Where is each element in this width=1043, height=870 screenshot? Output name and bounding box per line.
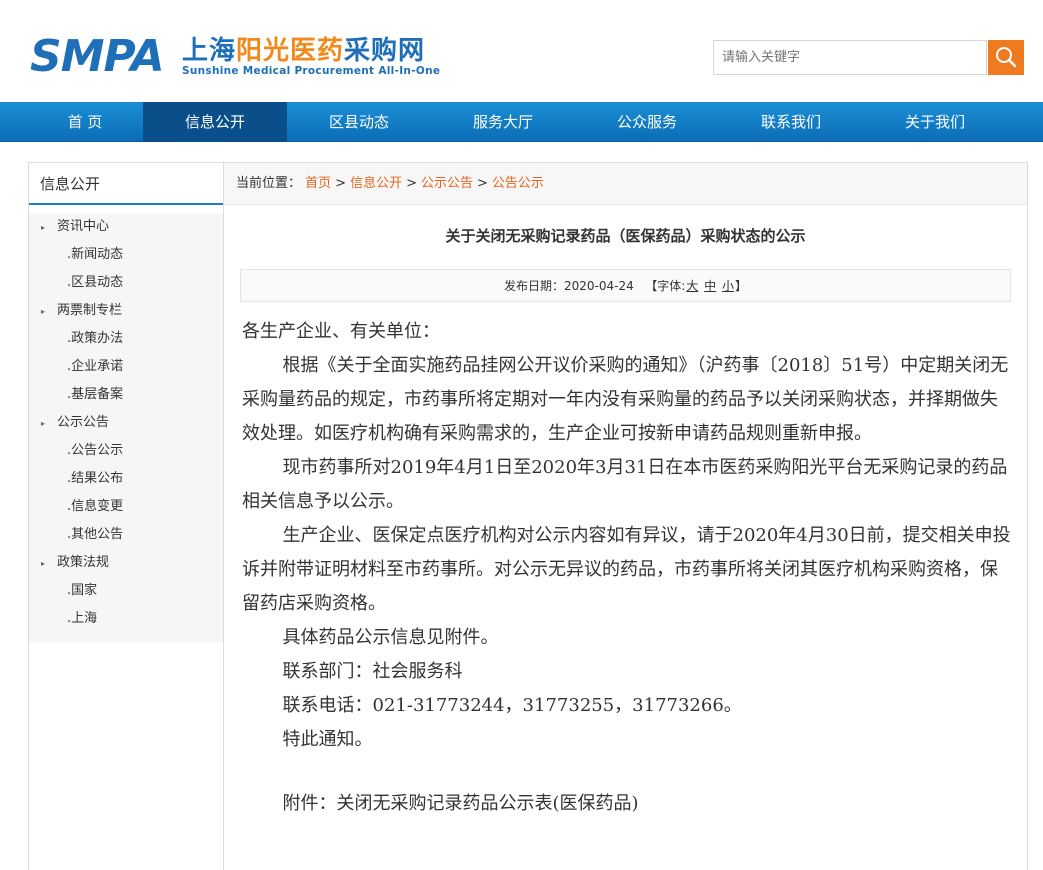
- nav-contact-us[interactable]: 联系我们: [719, 102, 863, 142]
- logo-english-name: Sunshine Medical Procurement All-In-One: [182, 65, 441, 77]
- breadcrumb-info-public[interactable]: 信息公开: [350, 176, 402, 191]
- sidebar-item-results[interactable]: .结果公布: [67, 465, 123, 493]
- article-meta: 发布日期：2020-04-24 【字体:大 中 小】: [240, 269, 1011, 302]
- sidebar-item-national[interactable]: .国家: [67, 577, 97, 605]
- breadcrumb-home[interactable]: 首页: [305, 176, 331, 191]
- sidebar-title: 信息公开: [29, 163, 223, 205]
- nav-service-hall[interactable]: 服务大厅: [431, 102, 575, 142]
- breadcrumb-separator: >: [406, 176, 417, 191]
- site-header: SMPA 上海阳光医药采购网 Sunshine Medical Procurem…: [0, 0, 1043, 102]
- sidebar-item-two-invoice[interactable]: ▸ 两票制专栏: [41, 297, 122, 325]
- sidebar-item-filing[interactable]: .基层备案: [67, 381, 123, 409]
- article-closing: 特此通知。: [282, 729, 373, 750]
- nav-public-service[interactable]: 公众服务: [575, 102, 719, 142]
- main-content: 当前位置： 首页 > 信息公开 > 公示公告 > 公告公示 关于关闭无采购记录药品（医保药品…: [223, 162, 1028, 870]
- sidebar-item-regulations[interactable]: ▸ 政策法规: [41, 549, 109, 577]
- article-paragraph: 根据《关于全面实施药品挂网公开议价采购的通知》（沪药事〔2018〕51号）中定期…: [242, 355, 1009, 444]
- search-input[interactable]: [713, 40, 987, 75]
- breadcrumb-separator: >: [335, 176, 347, 191]
- nav-district-news[interactable]: 区县动态: [287, 102, 431, 142]
- contact-department: 联系部门：社会服务科: [282, 661, 463, 682]
- font-small-link[interactable]: 小: [722, 279, 734, 293]
- nav-info-public[interactable]: 信息公开: [143, 102, 287, 142]
- breadcrumb-announcements[interactable]: 公示公告: [421, 176, 473, 191]
- sidebar-item-district-news[interactable]: .区县动态: [67, 269, 123, 297]
- font-size-label-close: 】: [734, 279, 747, 293]
- main-nav: 首 页 信息公开 区县动态 服务大厅 公众服务 联系我们 关于我们: [0, 102, 1043, 142]
- sidebar-item-info-change[interactable]: .信息变更: [67, 493, 123, 521]
- breadcrumb: 当前位置： 首页 > 信息公开 > 公示公告 > 公告公示: [224, 163, 1027, 205]
- sidebar-item-policy[interactable]: .政策办法: [67, 325, 123, 353]
- attachment-link[interactable]: 附件：关闭无采购记录药品公示表(医保药品): [242, 787, 1014, 821]
- sidebar-item-shanghai[interactable]: .上海: [67, 605, 97, 633]
- logo-smpa-text: SMPA: [30, 31, 165, 82]
- nav-about-us[interactable]: 关于我们: [863, 102, 1007, 142]
- search-button[interactable]: [988, 40, 1024, 75]
- breadcrumb-separator: >: [477, 176, 488, 191]
- font-size-label: 【字体:: [645, 279, 686, 293]
- article-paragraph: 生产企业、医保定点医疗机构对公示内容如有异议，请于2020年4月30日前，提交相…: [242, 525, 1011, 614]
- sidebar-item-news[interactable]: .新闻动态: [67, 241, 123, 269]
- caret-right-icon: ▸: [41, 307, 46, 316]
- publish-date: 发布日期：2020-04-24: [504, 279, 634, 293]
- nav-home[interactable]: 首 页: [13, 102, 157, 142]
- breadcrumb-notice[interactable]: 公告公示: [492, 176, 544, 191]
- article-salutation: 各生产企业、有关单位：: [242, 321, 440, 342]
- caret-right-icon: ▸: [41, 559, 46, 568]
- font-large-link[interactable]: 大: [686, 279, 698, 293]
- search-icon: [996, 47, 1017, 68]
- sidebar-item-commitment[interactable]: .企业承诺: [67, 353, 123, 381]
- logo-chinese-name: 上海阳光医药采购网: [182, 36, 426, 66]
- site-logo[interactable]: SMPA 上海阳光医药采购网 Sunshine Medical Procurem…: [30, 34, 450, 84]
- sidebar: 信息公开 ▸ 资讯中心 .新闻动态 .区县动态 ▸ 两票制专栏 .政策办法 .企业承…: [28, 162, 224, 870]
- article-paragraph: 现市药事所对2019年4月1日至2020年3月31日在本市医药采购阳光平台无采购…: [242, 457, 1008, 512]
- font-medium-link[interactable]: 中: [704, 279, 716, 293]
- article-paragraph: 具体药品公示信息见附件。: [282, 627, 499, 648]
- breadcrumb-prefix: 当前位置：: [236, 176, 302, 191]
- sidebar-item-news-center[interactable]: ▸ 资讯中心: [41, 213, 109, 241]
- caret-right-icon: ▸: [41, 419, 46, 428]
- contact-phone: 联系电话：021-31773244，31773255，31773266。: [282, 695, 742, 716]
- sidebar-item-other[interactable]: .其他公告: [67, 521, 123, 549]
- sidebar-item-announcements[interactable]: ▸ 公示公告: [41, 409, 109, 437]
- sidebar-item-notice[interactable]: .公告公示: [67, 437, 123, 465]
- sidebar-menu: ▸ 资讯中心 .新闻动态 .区县动态 ▸ 两票制专栏 .政策办法 .企业承诺 .基层…: [29, 213, 223, 643]
- caret-right-icon: ▸: [41, 223, 46, 232]
- article-title: 关于关闭无采购记录药品（医保药品）采购状态的公示: [445, 227, 806, 245]
- article-body: 各生产企业、有关单位： 根据《关于全面实施药品挂网公开议价采购的通知》（沪药事〔…: [242, 315, 1014, 821]
